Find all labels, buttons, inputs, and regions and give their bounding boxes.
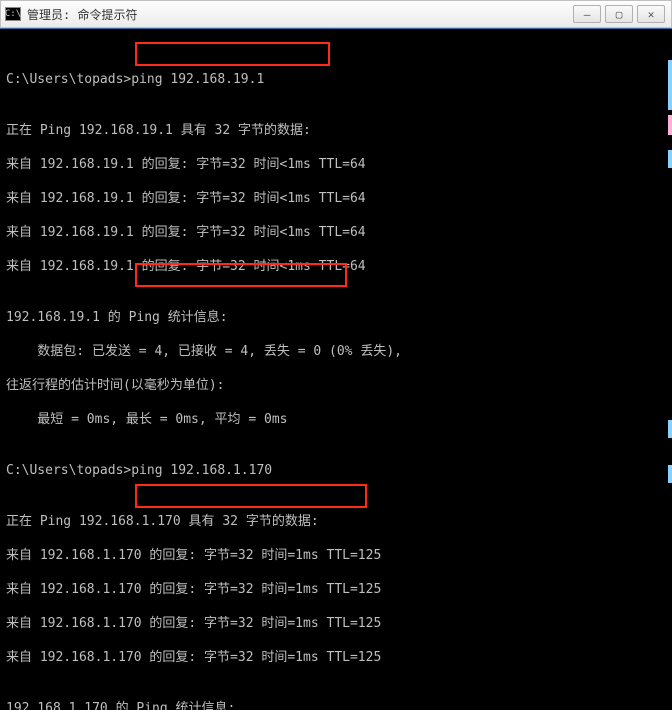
- output-line: 正在 Ping 192.168.19.1 具有 32 字节的数据:: [6, 122, 666, 139]
- output-line: 往返行程的估计时间(以毫秒为单位):: [6, 377, 666, 394]
- output-line: 数据包: 已发送 = 4, 已接收 = 4, 丢失 = 0 (0% 丢失),: [6, 343, 666, 360]
- output-line: 正在 Ping 192.168.1.170 具有 32 字节的数据:: [6, 513, 666, 530]
- titlebar[interactable]: C:\ 管理员: 命令提示符 — ▢ ✕: [0, 0, 672, 28]
- output-line: 最短 = 0ms, 最长 = 0ms, 平均 = 0ms: [6, 411, 666, 428]
- cmd-input-1: ping 192.168.19.1: [131, 72, 264, 87]
- cmd-icon: C:\: [5, 7, 21, 21]
- output-line: 来自 192.168.1.170 的回复: 字节=32 时间=1ms TTL=1…: [6, 581, 666, 598]
- cmd-input-2: ping 192.168.1.170: [131, 463, 272, 478]
- terminal-output[interactable]: C:\Users\topads>ping 192.168.19.1 正在 Pin…: [0, 28, 672, 710]
- prompt: C:\Users\topads>: [6, 72, 131, 87]
- output-line: 来自 192.168.19.1 的回复: 字节=32 时间<1ms TTL=64: [6, 224, 666, 241]
- output-line: 来自 192.168.1.170 的回复: 字节=32 时间=1ms TTL=1…: [6, 547, 666, 564]
- output-line: 来自 192.168.19.1 的回复: 字节=32 时间<1ms TTL=64: [6, 190, 666, 207]
- output-line: 192.168.19.1 的 Ping 统计信息:: [6, 309, 666, 326]
- output-line: 来自 192.168.1.170 的回复: 字节=32 时间=1ms TTL=1…: [6, 615, 666, 632]
- output-line: 来自 192.168.1.170 的回复: 字节=32 时间=1ms TTL=1…: [6, 649, 666, 666]
- side-decoration: [668, 0, 672, 710]
- minimize-button[interactable]: —: [573, 5, 601, 23]
- prompt-line-1: C:\Users\topads>ping 192.168.19.1: [6, 71, 666, 88]
- output-line: 192.168.1.170 的 Ping 统计信息:: [6, 700, 666, 710]
- prompt-line-2: C:\Users\topads>ping 192.168.1.170: [6, 462, 666, 479]
- cmd-window: C:\ 管理员: 命令提示符 — ▢ ✕ C:\Users\topads>pin…: [0, 0, 672, 710]
- output-line: 来自 192.168.19.1 的回复: 字节=32 时间<1ms TTL=64: [6, 156, 666, 173]
- output-line: 来自 192.168.19.1 的回复: 字节=32 时间<1ms TTL=64: [6, 258, 666, 275]
- window-buttons: — ▢ ✕: [573, 5, 665, 23]
- maximize-button[interactable]: ▢: [605, 5, 633, 23]
- window-title: 管理员: 命令提示符: [27, 6, 567, 23]
- prompt: C:\Users\topads>: [6, 463, 131, 478]
- close-button[interactable]: ✕: [637, 5, 665, 23]
